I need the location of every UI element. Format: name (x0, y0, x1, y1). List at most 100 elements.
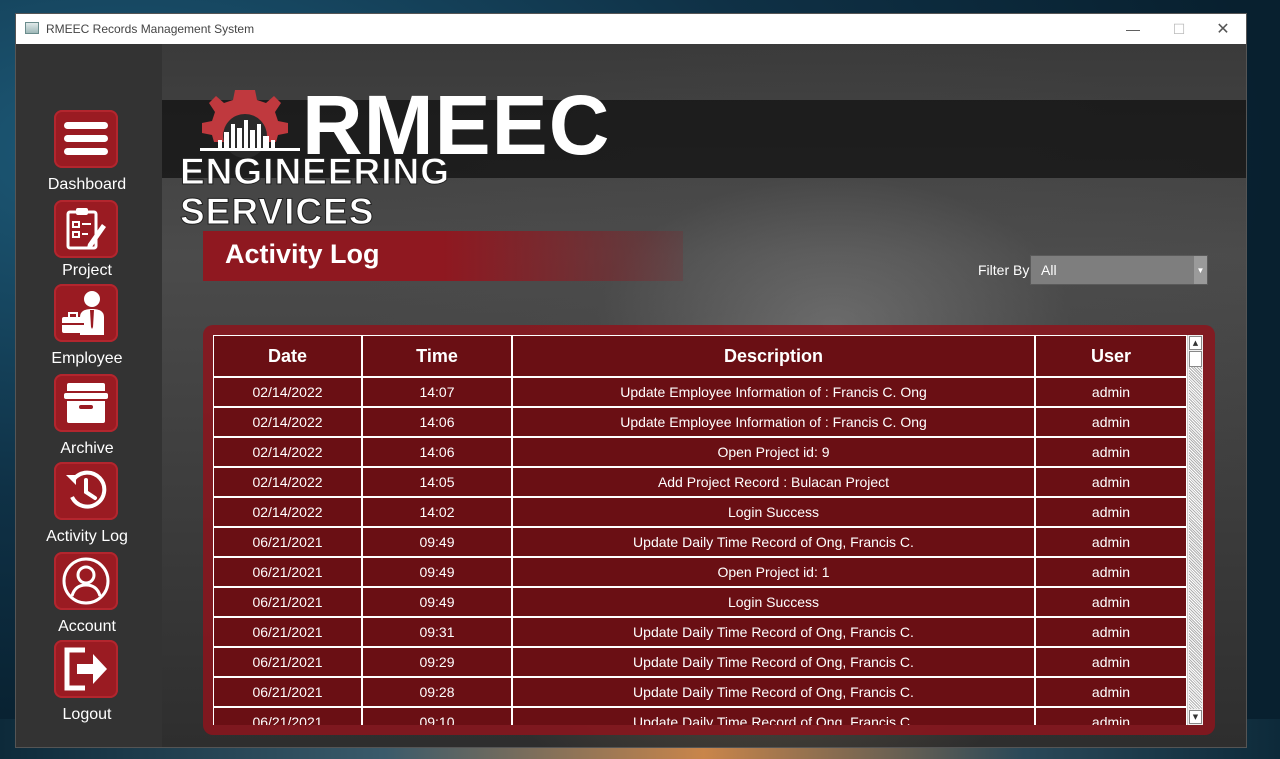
scroll-down-arrow-icon[interactable]: ▼ (1189, 710, 1202, 724)
sidebar-item-label: Project (62, 262, 112, 279)
maximize-button[interactable]: ☐ (1156, 14, 1202, 44)
archive-box-icon (54, 374, 118, 432)
table-row[interactable]: 06/21/2021 09:49 Open Project id: 1 admin (213, 557, 1187, 587)
employee-icon (54, 284, 118, 342)
cell-description: Open Project id: 9 (512, 437, 1035, 467)
sidebar-item-label: Activity Log (46, 528, 128, 545)
sidebar-item-account[interactable]: Account (16, 552, 162, 640)
cell-date: 06/21/2021 (213, 707, 362, 725)
column-header-time[interactable]: Time (362, 335, 512, 377)
title-bar: RMEEC Records Management System — ☐ ✕ (16, 14, 1246, 44)
table-row[interactable]: 06/21/2021 09:49 Login Success admin (213, 587, 1187, 617)
cell-user: admin (1035, 557, 1187, 587)
column-header-date[interactable]: Date (213, 335, 362, 377)
activity-log-table: Date Time Description User 02/14/2022 14:… (213, 335, 1187, 725)
filter-label: Filter By: (978, 262, 1034, 278)
cell-time: 09:31 (362, 617, 512, 647)
sidebar-item-project[interactable]: Project (16, 200, 162, 288)
history-icon (54, 462, 118, 520)
cell-user: admin (1035, 437, 1187, 467)
app-window: RMEEC Records Management System — ☐ ✕ Da… (16, 14, 1246, 747)
cell-date: 06/21/2021 (213, 527, 362, 557)
column-header-user[interactable]: User (1035, 335, 1187, 377)
table-row[interactable]: 02/14/2022 14:07 Update Employee Informati… (213, 377, 1187, 407)
chevron-down-icon[interactable]: ▼ (1194, 256, 1207, 284)
cell-description: Update Daily Time Record of Ong, Francis… (512, 527, 1035, 557)
column-header-description[interactable]: Description (512, 335, 1035, 377)
logo-subtitle: ENGINEERING SERVICES (180, 151, 451, 232)
cell-user: admin (1035, 407, 1187, 437)
cell-date: 02/14/2022 (213, 407, 362, 437)
menu-icon (54, 110, 118, 168)
cell-user: admin (1035, 677, 1187, 707)
close-button[interactable]: ✕ (1200, 14, 1246, 44)
cell-date: 02/14/2022 (213, 467, 362, 497)
window-title: RMEEC Records Management System (46, 22, 255, 36)
cell-description: Update Daily Time Record of Ong, Francis… (512, 647, 1035, 677)
logout-icon (54, 640, 118, 698)
cell-user: admin (1035, 377, 1187, 407)
cell-user: admin (1035, 617, 1187, 647)
table-header-row: Date Time Description User (213, 335, 1187, 377)
scrollbar-thumb[interactable] (1189, 351, 1202, 367)
sidebar-item-archive[interactable]: Archive (16, 374, 162, 462)
cell-user: admin (1035, 497, 1187, 527)
minimize-button[interactable]: — (1110, 14, 1156, 44)
cell-time: 09:49 (362, 527, 512, 557)
cell-date: 06/21/2021 (213, 587, 362, 617)
cell-description: Add Project Record : Bulacan Project (512, 467, 1035, 497)
user-circle-icon (54, 552, 118, 610)
filter-dropdown[interactable]: All ▼ (1030, 255, 1208, 285)
app-icon (25, 22, 39, 34)
cell-time: 14:06 (362, 407, 512, 437)
cell-description: Login Success (512, 497, 1035, 527)
scroll-up-arrow-icon[interactable]: ▲ (1189, 336, 1202, 350)
cell-user: admin (1035, 527, 1187, 557)
table-row[interactable]: 06/21/2021 09:29 Update Daily Time Record … (213, 647, 1187, 677)
cell-date: 06/21/2021 (213, 647, 362, 677)
activity-log-panel: Date Time Description User 02/14/2022 14:… (203, 325, 1215, 735)
scrollbar-track[interactable] (1189, 351, 1202, 709)
sidebar-item-label: Dashboard (47, 176, 127, 193)
cell-description: Update Daily Time Record of Ong, Francis… (512, 617, 1035, 647)
table-row[interactable]: 06/21/2021 09:49 Update Daily Time Record … (213, 527, 1187, 557)
vertical-scrollbar[interactable]: ▲ ▼ (1187, 335, 1203, 725)
sidebar-item-employee[interactable]: Employee (16, 284, 162, 372)
table-row[interactable]: 06/21/2021 09:10 Update Daily Time Record … (213, 707, 1187, 725)
company-logo: RMEEC ENGINEERING SERVICES (180, 80, 610, 232)
table-viewport: Date Time Description User 02/14/2022 14:… (213, 335, 1203, 725)
cell-description: Update Daily Time Record of Ong, Francis… (512, 677, 1035, 707)
cell-user: admin (1035, 707, 1187, 725)
cell-date: 02/14/2022 (213, 497, 362, 527)
table-row[interactable]: 06/21/2021 09:31 Update Daily Time Record … (213, 617, 1187, 647)
cell-time: 09:10 (362, 707, 512, 725)
cell-date: 06/21/2021 (213, 557, 362, 587)
cell-date: 06/21/2021 (213, 617, 362, 647)
sidebar-item-label: Archive (60, 440, 114, 457)
cell-time: 09:29 (362, 647, 512, 677)
sidebar-item-label: Employee (51, 350, 123, 367)
table-row[interactable]: 02/14/2022 14:06 Open Project id: 9 admin (213, 437, 1187, 467)
cell-date: 06/21/2021 (213, 677, 362, 707)
table-row[interactable]: 02/14/2022 14:02 Login Success admin (213, 497, 1187, 527)
cell-time: 09:49 (362, 557, 512, 587)
sidebar: Dashboard Project Employee Archive Activ… (16, 44, 162, 747)
page-heading: Activity Log (203, 231, 683, 281)
cell-description: Update Daily Time Record of Ong, Francis… (512, 707, 1035, 725)
cell-user: admin (1035, 587, 1187, 617)
main-content: RMEEC ENGINEERING SERVICES Activity Log … (162, 44, 1246, 747)
cell-user: admin (1035, 467, 1187, 497)
cell-date: 02/14/2022 (213, 377, 362, 407)
cell-description: Login Success (512, 587, 1035, 617)
cell-time: 14:02 (362, 497, 512, 527)
sidebar-item-dashboard[interactable]: Dashboard (16, 110, 162, 198)
cell-time: 09:49 (362, 587, 512, 617)
table-row[interactable]: 02/14/2022 14:05 Add Project Record : Bula… (213, 467, 1187, 497)
sidebar-item-logout[interactable]: Logout (16, 640, 162, 728)
filter-selected-value: All (1041, 262, 1057, 278)
table-row[interactable]: 02/14/2022 14:06 Update Employee Informati… (213, 407, 1187, 437)
cell-time: 09:28 (362, 677, 512, 707)
table-row[interactable]: 06/21/2021 09:28 Update Daily Time Record … (213, 677, 1187, 707)
sidebar-item-activity-log[interactable]: Activity Log (16, 462, 162, 550)
cell-description: Open Project id: 1 (512, 557, 1035, 587)
